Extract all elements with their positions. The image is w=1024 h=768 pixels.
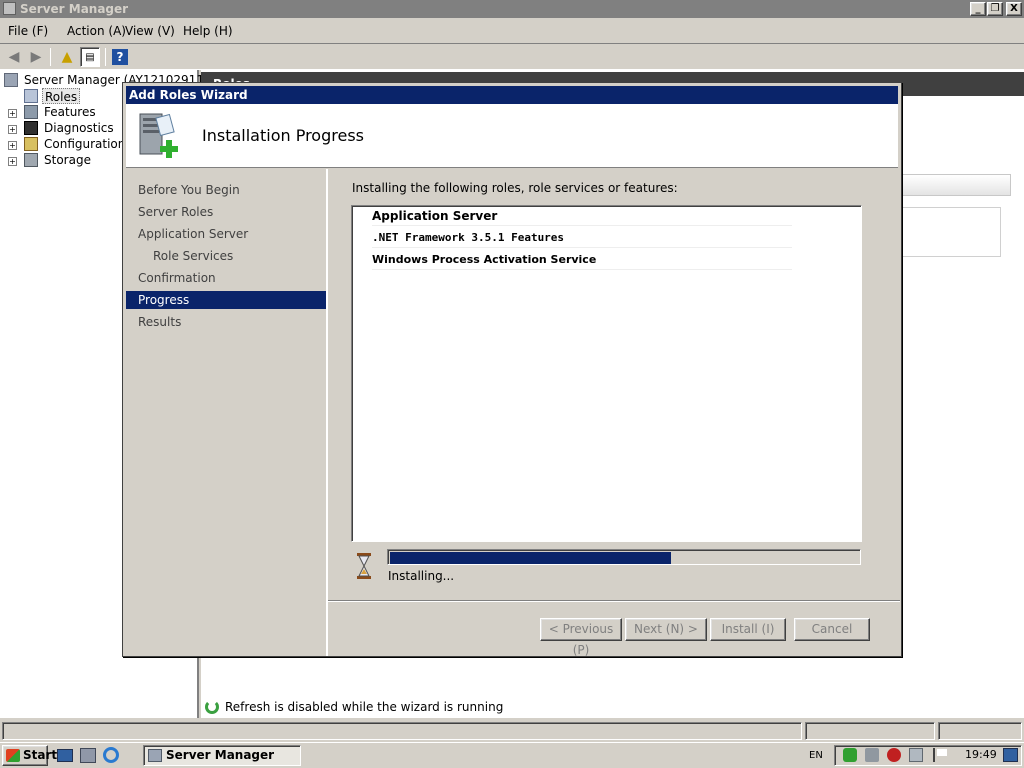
- clock[interactable]: 19:49: [965, 746, 997, 763]
- server-manager-icon: [3, 2, 16, 15]
- step-progress[interactable]: Progress: [126, 291, 326, 309]
- step-server-roles[interactable]: Server Roles: [126, 203, 326, 221]
- install-items-list[interactable]: Application Server .NET Framework 3.5.1 …: [351, 205, 862, 542]
- task-label: Server Manager: [166, 748, 275, 762]
- status-panel: [938, 722, 1022, 740]
- roles-summary-box: [901, 207, 1001, 257]
- tree-item-configuration[interactable]: Configuration: [44, 136, 125, 152]
- expand-icon[interactable]: +: [8, 157, 17, 166]
- minimize-button[interactable]: _: [970, 2, 986, 16]
- tray-network-icon[interactable]: [909, 748, 923, 762]
- language-indicator[interactable]: EN: [809, 748, 823, 763]
- maximize-button[interactable]: ❐: [987, 2, 1003, 16]
- start-label: Start: [23, 748, 58, 762]
- hourglass-icon: [357, 553, 371, 579]
- show-desktop-icon[interactable]: [1003, 748, 1018, 762]
- tray-update-icon[interactable]: [843, 748, 857, 762]
- expand-icon[interactable]: +: [8, 141, 17, 150]
- menu-file[interactable]: File (F): [8, 18, 48, 44]
- show-desktop-icon[interactable]: [57, 749, 73, 762]
- toolbar: ◀ ▶ ▲ ▤ ?: [0, 44, 1024, 70]
- list-item: .NET Framework 3.5.1 Features: [372, 228, 792, 248]
- tree-item-diagnostics[interactable]: Diagnostics: [44, 120, 114, 136]
- step-results[interactable]: Results: [126, 313, 326, 331]
- system-tray: EN 19:49: [809, 745, 1022, 766]
- server-manager-quicklaunch-icon[interactable]: [80, 748, 96, 763]
- server-add-icon: [139, 113, 178, 158]
- tray-volume-muted-icon[interactable]: [887, 748, 901, 762]
- configuration-icon: [24, 137, 38, 151]
- roles-summary-header: [901, 174, 1011, 196]
- menu-help[interactable]: Help (H): [183, 18, 233, 44]
- list-item: Windows Process Activation Service: [372, 250, 792, 270]
- back-arrow-icon[interactable]: ◀: [4, 47, 24, 67]
- status-panel: [805, 722, 935, 740]
- expand-icon[interactable]: +: [8, 125, 17, 134]
- step-application-server[interactable]: Application Server: [126, 225, 326, 243]
- refresh-disabled-text: Refresh is disabled while the wizard is …: [225, 700, 504, 714]
- server-manager-icon: [148, 749, 162, 762]
- expand-icon[interactable]: +: [8, 109, 17, 118]
- window-title-bar[interactable]: Server Manager _ ❐ X: [0, 0, 1024, 18]
- wizard-content: Installing the following roles, role ser…: [326, 169, 900, 657]
- status-panel: [2, 722, 802, 740]
- progress-fill: [390, 552, 671, 564]
- help-icon[interactable]: ?: [112, 49, 128, 65]
- next-button[interactable]: Next (N) >: [625, 618, 707, 641]
- dialog-title[interactable]: Add Roles Wizard: [126, 86, 898, 104]
- wizard-steps: Before You Begin Server Roles Applicatio…: [126, 169, 326, 656]
- menu-bar: File (F) Action (A) View (V) Help (H): [0, 18, 1024, 44]
- install-progress-bar: [387, 549, 861, 565]
- step-role-services[interactable]: Role Services: [126, 247, 326, 265]
- window-title: Server Manager: [20, 2, 129, 16]
- add-roles-wizard-dialog: Add Roles Wizard Installation Progress B…: [122, 82, 902, 657]
- forward-arrow-icon[interactable]: ▶: [26, 47, 46, 67]
- menu-view[interactable]: View (V): [125, 18, 175, 44]
- tree-item-storage[interactable]: Storage: [44, 152, 91, 168]
- roles-icon: [24, 89, 38, 103]
- tray-security-icon[interactable]: [865, 748, 879, 762]
- start-button[interactable]: Start: [2, 745, 57, 766]
- up-folder-icon[interactable]: ▲: [57, 47, 77, 67]
- taskbar: Start Server Manager EN 19:49: [0, 742, 1024, 768]
- refresh-bar: Refresh is disabled while the wizard is …: [201, 696, 1024, 718]
- cancel-button[interactable]: Cancel: [794, 618, 870, 641]
- list-item: Application Server: [372, 206, 792, 226]
- install-button[interactable]: Install (I): [710, 618, 786, 641]
- internet-explorer-icon[interactable]: [103, 747, 119, 763]
- wizard-header: Installation Progress: [126, 104, 898, 168]
- previous-button[interactable]: < Previous (P): [540, 618, 622, 657]
- windows-logo-icon: [6, 749, 20, 762]
- wizard-heading: Installation Progress: [202, 126, 364, 145]
- server-manager-icon: [4, 73, 18, 87]
- step-before-you-begin[interactable]: Before You Begin: [126, 181, 326, 199]
- storage-icon: [24, 153, 38, 167]
- tray-action-center-flag-icon[interactable]: [933, 748, 947, 762]
- toolbar-separator: [50, 48, 51, 66]
- status-bar: [0, 720, 1024, 742]
- menu-action[interactable]: Action (A): [67, 18, 126, 44]
- features-icon: [24, 105, 38, 119]
- refresh-icon: [205, 700, 219, 714]
- tree-item-features[interactable]: Features: [44, 104, 96, 120]
- diagnostics-icon: [24, 121, 38, 135]
- show-hide-tree-icon[interactable]: ▤: [80, 47, 100, 67]
- progress-status-text: Installing...: [388, 569, 455, 583]
- desktop: Server Manager _ ❐ X File (F) Action (A)…: [0, 0, 1024, 768]
- install-list-label: Installing the following roles, role ser…: [352, 181, 678, 195]
- tree-item-roles[interactable]: Roles: [42, 88, 81, 104]
- taskbar-server-manager[interactable]: Server Manager: [143, 745, 301, 766]
- toolbar-separator: [105, 48, 106, 66]
- close-button[interactable]: X: [1006, 2, 1022, 16]
- step-confirmation[interactable]: Confirmation: [126, 269, 326, 287]
- wizard-button-bar: < Previous (P) Next (N) > Install (I) Ca…: [328, 600, 900, 657]
